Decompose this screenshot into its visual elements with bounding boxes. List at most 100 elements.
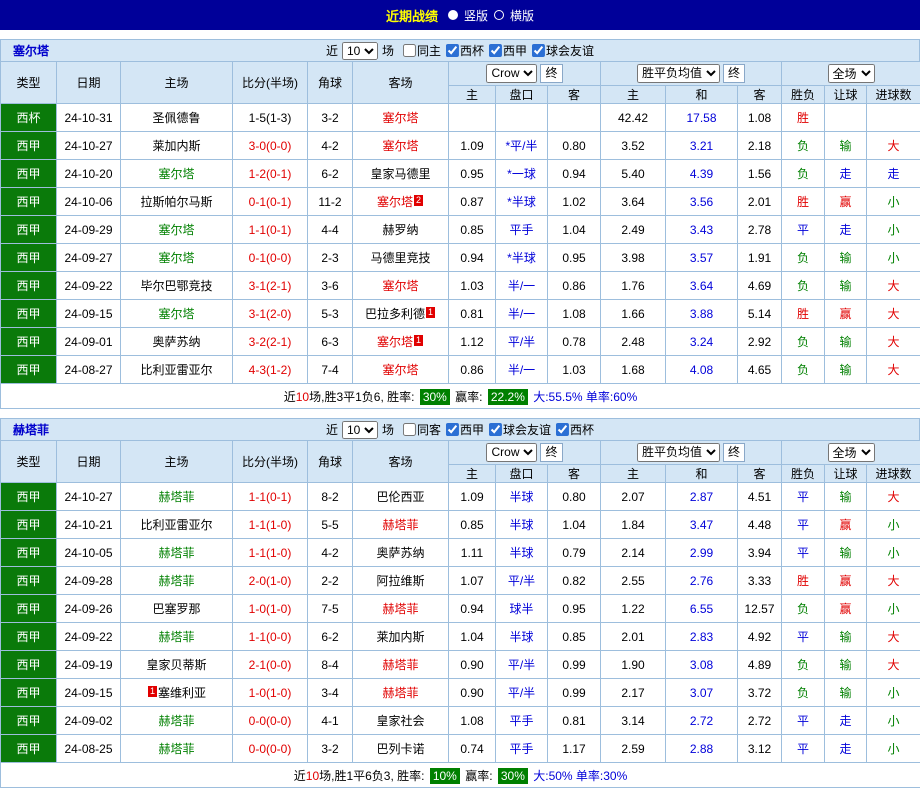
- avg-odds-select[interactable]: 胜平负均值: [637, 443, 720, 462]
- score-cell: 3-1(2-1): [233, 272, 308, 300]
- home-team-cell: 莱加内斯: [121, 132, 233, 160]
- col-result: 胜负: [782, 465, 825, 483]
- result-cell: 负: [782, 132, 825, 160]
- filter-checkbox-text: 西杯: [460, 42, 484, 59]
- corner-cell: 6-2: [308, 160, 353, 188]
- filter-checkbox[interactable]: [532, 44, 545, 57]
- odds-home-cell: 1.04: [449, 623, 496, 651]
- final-odds-button[interactable]: 终: [540, 443, 562, 462]
- summary-part: 场,胜3平1负6, 胜率:: [309, 390, 418, 404]
- match-count-select[interactable]: 10: [342, 42, 378, 60]
- filter-checkbox-label[interactable]: 同主: [403, 42, 441, 59]
- avg-away-cell: 2.92: [738, 328, 782, 356]
- odds-away-cell: 0.94: [548, 160, 601, 188]
- away-team-cell: 塞尔塔: [353, 356, 449, 384]
- filter-checkbox[interactable]: [446, 44, 459, 57]
- away-team-cell: 塞尔塔: [353, 272, 449, 300]
- odds-away-cell: 0.95: [548, 595, 601, 623]
- filter-checkbox-label[interactable]: 球会友谊: [532, 42, 594, 59]
- avg-draw-cell: 3.21: [666, 132, 738, 160]
- team-section-header: 塞尔塔 近 10 场 同主西杯西甲球会友谊: [0, 39, 920, 61]
- filter-checkbox[interactable]: [446, 423, 459, 436]
- league-cell: 西甲: [1, 272, 57, 300]
- odds-line-cell: [496, 104, 548, 132]
- home-team-cell: 皇家贝蒂斯: [121, 651, 233, 679]
- odds-away-cell: 0.85: [548, 623, 601, 651]
- filter-checkbox[interactable]: [403, 44, 416, 57]
- result-cell: 胜: [782, 300, 825, 328]
- avg-away-cell: 5.14: [738, 300, 782, 328]
- score-cell: 1-0(1-0): [233, 595, 308, 623]
- away-team-cell: 塞尔塔: [353, 132, 449, 160]
- goals-result-cell: 大: [867, 651, 920, 679]
- odds-home-cell: 0.94: [449, 244, 496, 272]
- odds-line-cell: *半球: [496, 188, 548, 216]
- layout-radio-vertical-icon[interactable]: [448, 10, 458, 20]
- filter-checkbox[interactable]: [403, 423, 416, 436]
- league-cell: 西甲: [1, 483, 57, 511]
- filter-checkbox-label[interactable]: 同客: [403, 421, 441, 438]
- layout-radio-horizontal-icon[interactable]: [494, 10, 504, 20]
- league-cell: 西甲: [1, 651, 57, 679]
- table-row: 西甲24-09-15塞尔塔3-1(2-0)5-3巴拉多利德10.81半/一1.0…: [1, 300, 920, 328]
- filter-checkbox[interactable]: [489, 423, 502, 436]
- layout-option-horizontal[interactable]: 横版: [510, 7, 534, 24]
- odds-home-cell: 1.11: [449, 539, 496, 567]
- league-cell: 西甲: [1, 244, 57, 272]
- avg-away-cell: 4.89: [738, 651, 782, 679]
- handicap-result-cell: 输: [825, 272, 867, 300]
- league-cell: 西杯: [1, 104, 57, 132]
- corner-cell: 5-5: [308, 511, 353, 539]
- filter-checkbox[interactable]: [556, 423, 569, 436]
- handicap-result-cell: [825, 104, 867, 132]
- filter-checkbox-label[interactable]: 西杯: [446, 42, 484, 59]
- final-odds-button[interactable]: 终: [540, 64, 562, 83]
- odds-source-select[interactable]: Crow: [486, 64, 537, 83]
- filter-checkbox-label[interactable]: 球会友谊: [489, 421, 551, 438]
- col-avg-draw: 和: [666, 86, 738, 104]
- final-avg-button[interactable]: 终: [723, 443, 745, 462]
- corner-cell: 4-2: [308, 539, 353, 567]
- handicap-result-cell: 输: [825, 356, 867, 384]
- avg-odds-select[interactable]: 胜平负均值: [637, 64, 720, 83]
- summary-part: 场,胜1平6负3, 胜率:: [319, 769, 428, 783]
- avg-draw-cell: 2.99: [666, 539, 738, 567]
- odds-away-cell: 0.78: [548, 328, 601, 356]
- team-name-text: 塞尔塔: [382, 139, 418, 153]
- league-cell: 西甲: [1, 707, 57, 735]
- filter-checkbox-label[interactable]: 西甲: [489, 42, 527, 59]
- col-corner: 角球: [308, 441, 353, 483]
- filter-checkbox-label[interactable]: 西甲: [446, 421, 484, 438]
- match-count-select[interactable]: 10: [342, 421, 378, 439]
- team-section-celta: 塞尔塔 近 10 场 同主西杯西甲球会友谊 类型 日期 主场 比分(半场) 角球…: [0, 39, 920, 409]
- avg-away-cell: 2.18: [738, 132, 782, 160]
- home-team-cell: 塞尔塔: [121, 160, 233, 188]
- corner-cell: 2-2: [308, 567, 353, 595]
- col-avg-away: 客: [738, 86, 782, 104]
- away-team-cell: 塞尔塔1: [353, 328, 449, 356]
- scope-select[interactable]: 全场: [828, 64, 875, 83]
- summary-part: 赢率:: [452, 390, 486, 404]
- table-row: 西甲24-09-01奥萨苏纳3-2(2-1)6-3塞尔塔11.12平/半0.78…: [1, 328, 920, 356]
- odds-source-select[interactable]: Crow: [486, 443, 537, 462]
- handicap-result-cell: 走: [825, 160, 867, 188]
- team-section-getafe: 赫塔菲 近 10 场 同客西甲球会友谊西杯 类型 日期 主场 比分(半场) 角球…: [0, 418, 920, 788]
- col-result: 胜负: [782, 86, 825, 104]
- col-type: 类型: [1, 62, 57, 104]
- score-cell: 0-1(0-0): [233, 244, 308, 272]
- team-name-text: 塞尔塔: [158, 251, 194, 265]
- layout-option-vertical[interactable]: 竖版: [464, 7, 488, 24]
- team-name-text: 莱加内斯: [152, 139, 200, 153]
- filter-checkbox-label[interactable]: 西杯: [556, 421, 594, 438]
- scope-select[interactable]: 全场: [828, 443, 875, 462]
- corner-cell: 8-4: [308, 651, 353, 679]
- league-cell: 西甲: [1, 735, 57, 763]
- home-team-cell: 圣佩德鲁: [121, 104, 233, 132]
- avg-draw-cell: 3.64: [666, 272, 738, 300]
- away-team-cell: 巴伦西亚: [353, 483, 449, 511]
- col-avg-home: 主: [601, 465, 666, 483]
- home-team-cell: 毕尔巴鄂竞技: [121, 272, 233, 300]
- filter-checkbox[interactable]: [489, 44, 502, 57]
- avg-odds-header: 胜平负均值终: [601, 441, 782, 465]
- final-avg-button[interactable]: 终: [723, 64, 745, 83]
